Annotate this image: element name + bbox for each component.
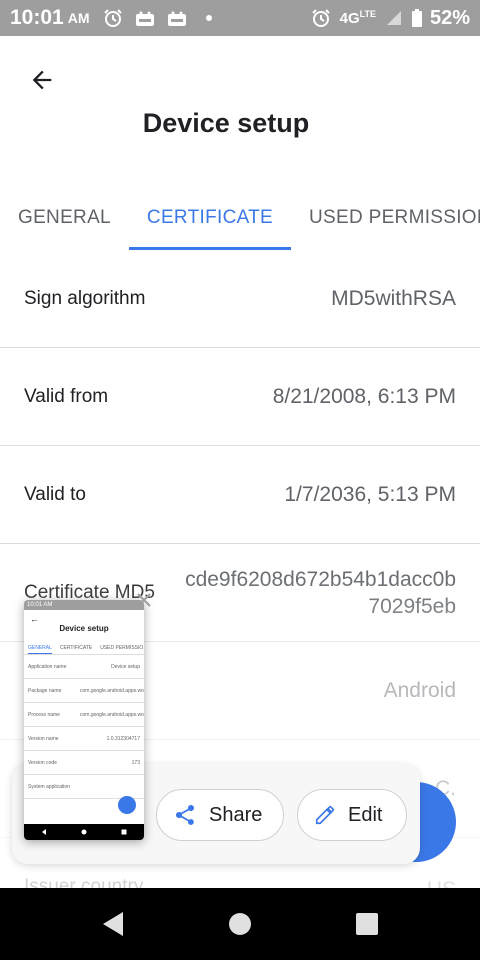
app-bar: Device setup: [0, 36, 480, 186]
battery-percent: 52%: [429, 6, 470, 29]
apk-icon: [166, 7, 188, 29]
arrow-back-icon: [32, 70, 52, 90]
alarm-icon: [310, 7, 332, 29]
thumbnail-fab: [118, 796, 136, 814]
page-title: Device setup: [142, 108, 310, 138]
tab-bar: GENERAL CERTIFICATE USED PERMISSIONS: [0, 186, 480, 250]
thumbnail-title: Device setup: [59, 624, 109, 633]
arrow-back-icon: ←: [30, 614, 39, 624]
thumbnail-nav-bar: [24, 824, 144, 840]
dot-icon: [198, 7, 220, 29]
close-icon[interactable]: [134, 590, 154, 610]
row-value: MD5withRSA: [331, 287, 456, 310]
system-nav-bar: [0, 888, 480, 960]
thumbnail-row: Version name 1.0.312304717: [24, 727, 144, 751]
thumbnail-row: Package namecom.google.android.apps.work…: [24, 679, 144, 703]
row-value: 8/21/2008, 6:13 PM: [272, 385, 456, 408]
list-item[interactable]: Valid from 8/21/2008, 6:13 PM: [0, 348, 480, 446]
row-value: cde9f6208d672b54b1dacc0b7029f5eb: [185, 567, 456, 618]
row-label: Sign algorithm: [24, 287, 146, 309]
triangle-back-icon: [103, 912, 124, 936]
share-icon: [176, 805, 194, 825]
status-ampm: AM: [67, 10, 90, 26]
tab-general[interactable]: GENERAL: [0, 186, 129, 250]
square-recents-icon: [355, 913, 378, 935]
circle-home-icon: [228, 913, 251, 935]
row-label: Valid to: [24, 483, 86, 505]
nav-home-button[interactable]: [218, 902, 262, 946]
status-bar: 10:01 AM 4GLTE 52%: [0, 0, 480, 36]
thumbnail-tabs: GENERAL CERTIFICATE USED PERMISSIO: [24, 645, 144, 655]
pencil-icon: [315, 805, 335, 825]
status-time: 10:01: [10, 6, 64, 29]
nav-recents-button[interactable]: [345, 902, 389, 946]
thumbnail-row: Application name Device setup: [24, 655, 144, 679]
share-button[interactable]: Share: [156, 789, 284, 841]
nav-back-button[interactable]: [91, 902, 135, 946]
tab-used-permissions[interactable]: USED PERMISSIONS: [291, 186, 480, 250]
row-value: 1/7/2036, 5:13 PM: [284, 483, 456, 506]
thumbnail-tab: CERTIFICATE: [59, 645, 93, 651]
thumbnail-status-bar: 10:01 AM: [24, 600, 144, 610]
thumbnail-tab: GENERAL: [28, 645, 52, 654]
thumbnail-row: Version code 173: [24, 751, 144, 775]
tab-certificate[interactable]: CERTIFICATE: [128, 186, 292, 250]
list-item[interactable]: Sign algorithm MD5withRSA: [0, 250, 480, 348]
status-right: 4GLTE 52%: [310, 7, 470, 30]
apk-icon: [134, 7, 156, 29]
row-label: Valid from: [24, 385, 109, 407]
list-item[interactable]: Valid to 1/7/2036, 5:13 PM: [0, 446, 480, 544]
thumbnail-tab: USED PERMISSIO: [100, 645, 144, 651]
edit-button[interactable]: Edit: [297, 789, 407, 841]
back-button[interactable]: [20, 58, 64, 102]
screenshot-thumbnail[interactable]: 10:01 AM ← Device setup GENERAL CERTIFIC…: [24, 600, 144, 840]
share-label: Share: [209, 803, 263, 826]
thumbnail-row: Process namecom.google.android.apps.work…: [24, 703, 144, 727]
row-value: Android: [383, 679, 456, 702]
battery-icon: [410, 7, 424, 29]
edit-label: Edit: [348, 803, 383, 826]
alarm-icon: [102, 7, 124, 29]
signal-icon: [382, 7, 404, 29]
network-type: 4GLTE: [339, 9, 376, 27]
